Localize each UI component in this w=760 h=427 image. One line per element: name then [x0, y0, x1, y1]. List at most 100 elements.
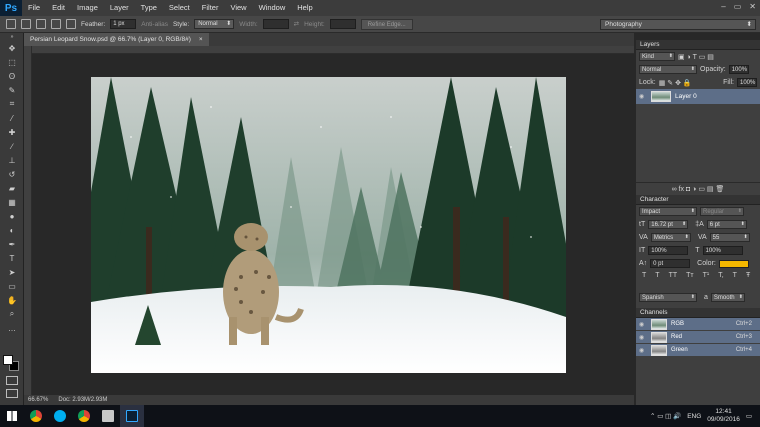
- layer-row[interactable]: ◉ Layer 0: [636, 89, 760, 104]
- layers-panel-title[interactable]: Layers: [636, 40, 760, 50]
- shape-tool-icon[interactable]: ▭: [0, 279, 24, 293]
- eye-icon[interactable]: ◉: [639, 321, 647, 328]
- menu-help[interactable]: Help: [291, 0, 318, 16]
- foreground-color-swatch[interactable]: [3, 355, 13, 365]
- width-input[interactable]: [262, 19, 289, 29]
- history-brush-icon[interactable]: ↺: [0, 167, 24, 181]
- stamp-tool-icon[interactable]: ⊥: [0, 153, 24, 167]
- text-color-swatch[interactable]: [718, 259, 749, 268]
- notifications-icon[interactable]: ▭: [746, 412, 752, 420]
- feather-input[interactable]: 1 px: [110, 19, 137, 29]
- menu-window[interactable]: Window: [253, 0, 292, 16]
- all-caps-button[interactable]: TT: [669, 272, 678, 279]
- menu-type[interactable]: Type: [135, 0, 163, 16]
- language-select[interactable]: Spanish: [639, 293, 697, 302]
- close-tab-icon[interactable]: ×: [199, 33, 203, 46]
- tray-icons[interactable]: ⌃ ▭ ◫ 🔊: [650, 412, 681, 420]
- language-indicator[interactable]: ENG: [687, 413, 701, 420]
- baseline-input[interactable]: 0 pt: [650, 259, 691, 268]
- faux-bold-button[interactable]: T: [642, 272, 646, 279]
- skype-icon[interactable]: [48, 405, 72, 427]
- doc-size[interactable]: Doc: 2.93M/2.93M: [58, 397, 107, 403]
- move-tool-icon[interactable]: ✥: [0, 41, 24, 55]
- horizontal-ruler[interactable]: [24, 46, 634, 54]
- character-panel-title[interactable]: Character: [636, 195, 760, 205]
- vertical-scale-input[interactable]: 100%: [648, 246, 689, 255]
- font-style-select[interactable]: Regular: [700, 207, 744, 216]
- healing-tool-icon[interactable]: ✚: [0, 125, 24, 139]
- small-caps-button[interactable]: Tт: [686, 272, 693, 279]
- antialias-checkbox[interactable]: Anti-alias: [141, 21, 168, 28]
- chrome-icon-2[interactable]: [72, 405, 96, 427]
- superscript-button[interactable]: T¹: [703, 272, 710, 279]
- hand-tool-icon[interactable]: ✋: [0, 293, 24, 307]
- quick-select-tool-icon[interactable]: ✎: [0, 83, 24, 97]
- brush-tool-icon[interactable]: ∕: [0, 139, 24, 153]
- subscript-button[interactable]: T,: [718, 272, 723, 279]
- close-icon[interactable]: ✕: [749, 2, 756, 11]
- channels-panel-title[interactable]: Channels: [636, 308, 760, 318]
- screen-mode-icon[interactable]: [6, 389, 18, 398]
- menu-layer[interactable]: Layer: [104, 0, 135, 16]
- underline-button[interactable]: T: [733, 272, 737, 279]
- eye-icon[interactable]: ◉: [639, 334, 647, 341]
- chrome-icon[interactable]: [24, 405, 48, 427]
- lock-icons[interactable]: ▦ ✎ ✥ 🔒: [659, 79, 692, 87]
- crop-tool-icon[interactable]: ⌗: [0, 97, 24, 111]
- fill-input[interactable]: 100%: [737, 78, 757, 87]
- workspace-select[interactable]: Photography: [600, 19, 756, 30]
- blend-mode-select[interactable]: Normal: [639, 65, 697, 74]
- zoom-tool-icon[interactable]: ⌕: [0, 307, 24, 321]
- pen-tool-icon[interactable]: ✒: [0, 237, 24, 251]
- gradient-tool-icon[interactable]: ▦: [0, 195, 24, 209]
- layer-kind-select[interactable]: Kind: [639, 52, 675, 61]
- type-tool-icon[interactable]: T: [0, 251, 24, 265]
- strikethrough-button[interactable]: Ŧ: [746, 272, 750, 279]
- windows-start-icon[interactable]: [0, 405, 24, 427]
- maximize-icon[interactable]: ▭: [734, 2, 742, 11]
- zoom-level[interactable]: 66.67%: [28, 397, 48, 403]
- antialias-select[interactable]: Smooth: [710, 293, 745, 302]
- path-select-tool-icon[interactable]: ➤: [0, 265, 24, 279]
- layers-bottom-icons[interactable]: ∞ fx ◘ ◑ ▭ ▤ 🗑: [636, 182, 760, 195]
- quick-mask-icon[interactable]: [6, 376, 18, 385]
- menu-image[interactable]: Image: [71, 0, 104, 16]
- photoshop-taskbar-icon[interactable]: [120, 405, 144, 427]
- kerning-select[interactable]: Metrics: [650, 233, 691, 242]
- eye-icon[interactable]: ◉: [639, 93, 647, 100]
- edit-toolbar-icon[interactable]: …: [0, 321, 24, 335]
- style-select[interactable]: Normal: [194, 19, 235, 29]
- channel-row-rgb[interactable]: ◉ RGB Ctrl+2: [636, 318, 760, 331]
- marquee-tool-icon[interactable]: ⬚: [0, 55, 24, 69]
- file-explorer-icon[interactable]: [96, 405, 120, 427]
- document-canvas-image[interactable]: [91, 77, 566, 373]
- channel-row-green[interactable]: ◉ Green Ctrl+4: [636, 344, 760, 357]
- marquee-tool-icon[interactable]: [6, 19, 16, 29]
- clock[interactable]: 12:41 09/09/2016: [707, 408, 740, 424]
- height-input[interactable]: [329, 19, 356, 29]
- minimize-icon[interactable]: –: [721, 2, 725, 11]
- refine-edge-button[interactable]: Refine Edge...: [360, 18, 413, 30]
- eyedropper-tool-icon[interactable]: ⁄: [0, 111, 24, 125]
- intersect-selection-icon[interactable]: [66, 19, 76, 29]
- layer-name[interactable]: Layer 0: [675, 93, 697, 100]
- tracking-select[interactable]: 55: [709, 233, 750, 242]
- eye-icon[interactable]: ◉: [639, 347, 647, 354]
- menu-file[interactable]: File: [22, 0, 46, 16]
- dodge-tool-icon[interactable]: ◐: [0, 223, 24, 237]
- swap-icon[interactable]: ⇄: [294, 20, 299, 28]
- subtract-selection-icon[interactable]: [51, 19, 61, 29]
- vertical-ruler[interactable]: [24, 46, 32, 395]
- lasso-tool-icon[interactable]: ʘ: [0, 69, 24, 83]
- font-size-select[interactable]: 16.72 pt: [648, 220, 689, 229]
- menu-edit[interactable]: Edit: [46, 0, 71, 16]
- add-selection-icon[interactable]: [36, 19, 46, 29]
- new-selection-icon[interactable]: [21, 19, 31, 29]
- opacity-input[interactable]: 100%: [728, 65, 749, 74]
- eraser-tool-icon[interactable]: ▰: [0, 181, 24, 195]
- horizontal-scale-input[interactable]: 100%: [702, 246, 743, 255]
- menu-filter[interactable]: Filter: [196, 0, 225, 16]
- toolbar-grip[interactable]: »: [0, 33, 24, 41]
- filter-icons[interactable]: ▣ ◑ T ▭ ▤: [678, 53, 714, 61]
- leading-select[interactable]: 6 pt: [706, 220, 747, 229]
